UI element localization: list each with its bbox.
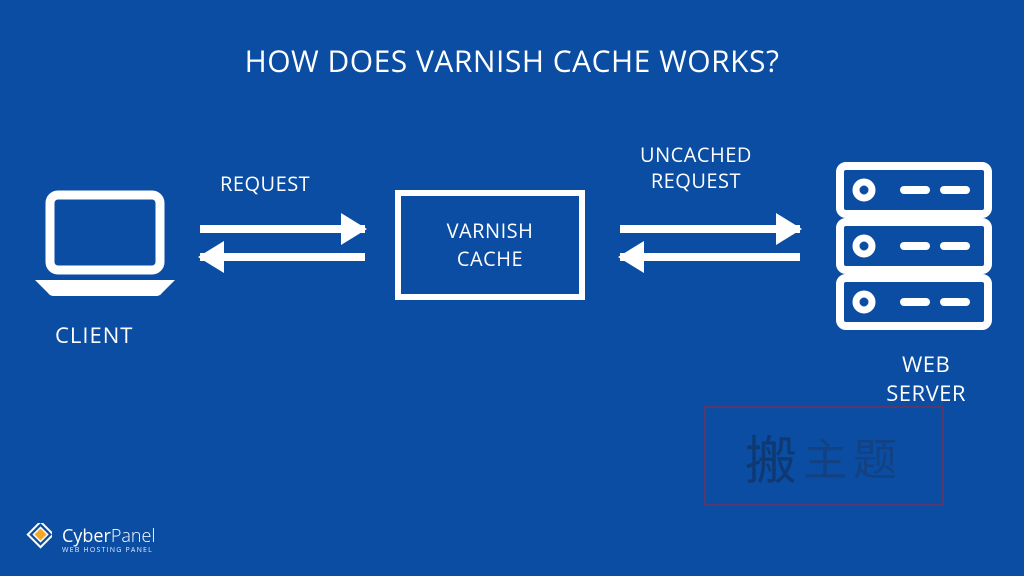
uncached-label-line1: UNCACHED xyxy=(640,141,752,168)
watermark-char2: 主题 xyxy=(803,424,903,488)
arrow-pair-left xyxy=(200,205,365,281)
cyberpanel-logo-icon xyxy=(22,523,52,558)
uncached-label-line2: REQUEST xyxy=(651,167,741,194)
server-label: WEB SERVER xyxy=(886,350,966,407)
arrow-right-icon xyxy=(620,225,800,233)
brand-name: CyberPanel xyxy=(62,527,156,545)
footer-brand: CyberPanel WEB HOSTING PANEL xyxy=(22,523,156,558)
varnish-cache-box: VARNISH CACHE xyxy=(395,190,585,300)
server-label-line2: SERVER xyxy=(886,378,966,408)
server-label-line1: WEB xyxy=(902,349,950,379)
laptop-icon xyxy=(30,190,180,305)
arrow-pair-right xyxy=(620,205,800,281)
varnish-label-line2: CACHE xyxy=(457,245,523,272)
request-label-left: REQUEST xyxy=(220,170,310,197)
varnish-label-line1: VARNISH xyxy=(447,217,534,244)
brand-tagline: WEB HOSTING PANEL xyxy=(62,547,156,554)
arrow-left-icon xyxy=(200,253,365,261)
brand-strong: Cyber xyxy=(62,524,111,548)
arrow-left-icon xyxy=(620,253,800,261)
watermark-char1: 搬 xyxy=(745,419,803,494)
watermark-stamp: 搬 主题 xyxy=(704,406,944,506)
server-stack-icon xyxy=(834,160,994,340)
client-label: CLIENT xyxy=(55,320,133,350)
arrow-right-icon xyxy=(200,225,365,233)
brand-light: Panel xyxy=(111,524,156,548)
diagram-stage: CLIENT REQUEST VARNISH CACHE UNCACHED RE… xyxy=(0,150,1024,410)
request-label-right: UNCACHED REQUEST xyxy=(640,142,752,194)
diagram-title: HOW DOES VARNISH CACHE WORKS? xyxy=(0,40,1024,81)
